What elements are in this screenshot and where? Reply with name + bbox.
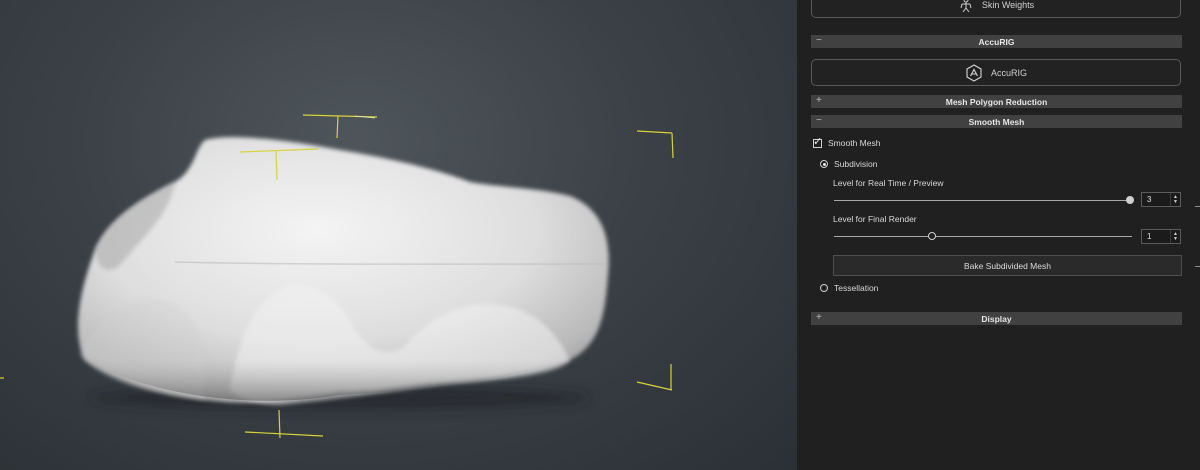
final-render-level-label: Level for Final Render (833, 214, 917, 224)
3d-viewport[interactable] (0, 0, 797, 470)
section-title: Smooth Mesh (968, 116, 1025, 127)
tessellation-radio[interactable] (820, 284, 828, 292)
realtime-level-slider-thumb[interactable] (1126, 196, 1134, 204)
accurig-button[interactable]: AccuRIG (811, 59, 1181, 86)
expand-toggle[interactable]: + (816, 95, 822, 107)
spin-arrows[interactable]: ▲ ▼ (1170, 230, 1180, 243)
section-header-display[interactable]: + Display (811, 312, 1182, 325)
spin-arrows[interactable]: ▲ ▼ (1170, 193, 1180, 206)
bake-subdivided-mesh-label: Bake Subdivided Mesh (964, 260, 1051, 271)
subdivision-label: Subdivision (834, 159, 878, 169)
subdivision-radio-row[interactable]: Subdivision (820, 159, 877, 169)
realtime-level-spinbox[interactable]: 3 ▲ ▼ (1141, 192, 1181, 207)
smooth-mesh-checkbox[interactable]: ✓ (813, 135, 823, 148)
tessellation-label: Tessellation (834, 283, 879, 293)
section-header-mesh-polygon-reduction[interactable]: + Mesh Polygon Reduction (811, 95, 1182, 108)
section-title: AccuRIG (978, 36, 1015, 47)
viewport-scene (0, 114, 674, 439)
check-mark-icon: ✓ (813, 135, 823, 148)
realtime-level-value[interactable]: 3 (1142, 195, 1170, 204)
panel-edge-marker (1195, 206, 1200, 207)
final-render-level-slider[interactable] (834, 236, 1132, 237)
smoothed-mesh-object (77, 137, 609, 405)
accurig-label: AccuRIG (990, 67, 1027, 78)
smooth-mesh-checkbox-row[interactable]: ✓ Smooth Mesh (813, 135, 881, 148)
skin-weights-label: Skin Weights (981, 0, 1035, 10)
final-render-level-spinbox[interactable]: 1 ▲ ▼ (1141, 229, 1181, 244)
section-header-accurig[interactable]: − AccuRIG (811, 35, 1182, 48)
collapse-toggle[interactable]: − (816, 115, 822, 127)
spin-down-icon[interactable]: ▼ (1173, 236, 1178, 242)
expand-toggle[interactable]: + (816, 312, 822, 324)
section-title: Display (981, 313, 1012, 324)
skin-weights-button[interactable]: Skin Weights (811, 0, 1181, 18)
realtime-level-label: Level for Real Time / Preview (833, 178, 944, 188)
panel-edge-marker (1195, 266, 1200, 267)
section-header-smooth-mesh[interactable]: − Smooth Mesh (811, 115, 1182, 128)
bake-subdivided-mesh-button[interactable]: Bake Subdivided Mesh (833, 255, 1182, 276)
collapse-toggle[interactable]: − (816, 35, 822, 47)
section-title: Mesh Polygon Reduction (945, 96, 1048, 107)
smooth-mesh-label: Smooth Mesh (828, 138, 881, 148)
accurig-icon (965, 63, 983, 82)
subdivision-radio[interactable] (820, 160, 828, 168)
final-render-level-value[interactable]: 1 (1142, 232, 1170, 241)
tessellation-radio-row[interactable]: Tessellation (820, 283, 878, 293)
realtime-level-slider[interactable] (834, 200, 1130, 201)
spin-down-icon[interactable]: ▼ (1173, 199, 1178, 205)
skin-weights-icon (958, 0, 974, 13)
